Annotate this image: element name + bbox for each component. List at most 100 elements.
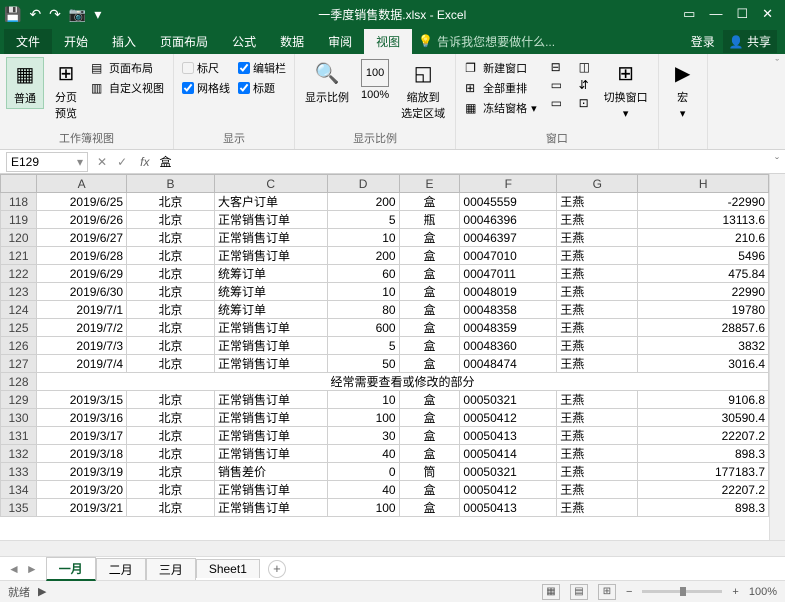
- cell[interactable]: 北京: [127, 211, 215, 229]
- normal-view-status-button[interactable]: ▦: [542, 584, 560, 600]
- cell[interactable]: 北京: [127, 193, 215, 211]
- row-header[interactable]: 124: [1, 301, 37, 319]
- accept-formula-icon[interactable]: ✓: [114, 155, 130, 169]
- reset-position-button[interactable]: ⊡: [576, 95, 596, 111]
- cell[interactable]: 40: [327, 445, 399, 463]
- row-header[interactable]: 132: [1, 445, 37, 463]
- cell[interactable]: 898.3: [638, 445, 769, 463]
- sheet-tab-3[interactable]: Sheet1: [196, 559, 260, 578]
- unhide-button[interactable]: ▭: [548, 95, 568, 111]
- cell[interactable]: 19780: [638, 301, 769, 319]
- page-layout-status-button[interactable]: ▤: [570, 584, 588, 600]
- cell[interactable]: 北京: [127, 247, 215, 265]
- row-header[interactable]: 118: [1, 193, 37, 211]
- cell[interactable]: 00050414: [460, 445, 557, 463]
- cell[interactable]: 10: [327, 229, 399, 247]
- cell[interactable]: 00050413: [460, 427, 557, 445]
- cell[interactable]: 王燕: [557, 319, 638, 337]
- cell[interactable]: 盒: [399, 265, 460, 283]
- cell[interactable]: 北京: [127, 229, 215, 247]
- cell[interactable]: 王燕: [557, 481, 638, 499]
- zoom-button[interactable]: 🔍 显示比例: [301, 57, 353, 107]
- cell[interactable]: 210.6: [638, 229, 769, 247]
- minimize-icon[interactable]: —: [709, 6, 722, 22]
- cell[interactable]: 盒: [399, 445, 460, 463]
- formula-bar-checkbox[interactable]: 编辑栏: [236, 59, 288, 77]
- row-header[interactable]: 122: [1, 265, 37, 283]
- cell[interactable]: 正常销售订单: [214, 211, 327, 229]
- row-header[interactable]: 127: [1, 355, 37, 373]
- sheet-nav-prev-icon[interactable]: ◄: [8, 562, 20, 576]
- custom-view-button[interactable]: ▥自定义视图: [88, 79, 167, 97]
- cell[interactable]: 10: [327, 283, 399, 301]
- cell[interactable]: 王燕: [557, 499, 638, 517]
- login-link[interactable]: 登录: [691, 33, 715, 50]
- cell[interactable]: 200: [327, 193, 399, 211]
- cell[interactable]: 475.84: [638, 265, 769, 283]
- undo-icon[interactable]: ↶: [29, 6, 41, 23]
- cell[interactable]: 王燕: [557, 445, 638, 463]
- cell[interactable]: 00050412: [460, 409, 557, 427]
- zoom-out-button[interactable]: −: [626, 586, 632, 598]
- row-header[interactable]: 134: [1, 481, 37, 499]
- tab-review[interactable]: 审阅: [316, 29, 364, 54]
- cell[interactable]: 北京: [127, 319, 215, 337]
- sheet-tab-2[interactable]: 三月: [146, 558, 196, 580]
- col-header-A[interactable]: A: [37, 175, 127, 193]
- cell[interactable]: 正常销售订单: [214, 319, 327, 337]
- cell[interactable]: -22990: [638, 193, 769, 211]
- row-header[interactable]: 126: [1, 337, 37, 355]
- row-header[interactable]: 125: [1, 319, 37, 337]
- cell[interactable]: 2019/3/18: [37, 445, 127, 463]
- formula-input[interactable]: 盒: [153, 153, 769, 170]
- col-header-H[interactable]: H: [638, 175, 769, 193]
- cell[interactable]: 2019/3/17: [37, 427, 127, 445]
- cell[interactable]: 100: [327, 499, 399, 517]
- cell[interactable]: 北京: [127, 427, 215, 445]
- cell[interactable]: 正常销售订单: [214, 481, 327, 499]
- cell[interactable]: 5496: [638, 247, 769, 265]
- macro-record-icon[interactable]: ▶: [38, 585, 46, 598]
- cell[interactable]: 22990: [638, 283, 769, 301]
- cell[interactable]: 北京: [127, 283, 215, 301]
- row-header[interactable]: 128: [1, 373, 37, 391]
- cell[interactable]: 王燕: [557, 337, 638, 355]
- cell[interactable]: 王燕: [557, 391, 638, 409]
- cell[interactable]: 筒: [399, 463, 460, 481]
- col-header-D[interactable]: D: [327, 175, 399, 193]
- fx-icon[interactable]: fx: [136, 155, 153, 169]
- cell[interactable]: 正常销售订单: [214, 409, 327, 427]
- cell[interactable]: 22207.2: [638, 427, 769, 445]
- qat-more-icon[interactable]: ▾: [94, 6, 101, 23]
- cell[interactable]: 盒: [399, 481, 460, 499]
- new-window-button[interactable]: ❐新建窗口: [462, 59, 540, 77]
- row-header[interactable]: 123: [1, 283, 37, 301]
- horizontal-scrollbar[interactable]: [0, 540, 785, 556]
- row-header[interactable]: 119: [1, 211, 37, 229]
- cell[interactable]: 2019/3/21: [37, 499, 127, 517]
- split-text-cell[interactable]: 经常需要查看或修改的部分: [37, 373, 769, 391]
- page-break-status-button[interactable]: ⊞: [598, 584, 616, 600]
- cell[interactable]: 北京: [127, 481, 215, 499]
- cell[interactable]: 60: [327, 265, 399, 283]
- cell[interactable]: 2019/3/16: [37, 409, 127, 427]
- cell[interactable]: 正常销售订单: [214, 499, 327, 517]
- cell[interactable]: 盒: [399, 409, 460, 427]
- col-header-E[interactable]: E: [399, 175, 460, 193]
- tell-me[interactable]: 💡 告诉我您想要做什么...: [418, 33, 555, 50]
- ribbon-options-icon[interactable]: ▭: [683, 6, 695, 22]
- row-header[interactable]: 120: [1, 229, 37, 247]
- row-header[interactable]: 130: [1, 409, 37, 427]
- cell[interactable]: 00048359: [460, 319, 557, 337]
- ruler-checkbox[interactable]: 标尺: [180, 59, 232, 77]
- save-icon[interactable]: 💾: [4, 6, 21, 23]
- cell[interactable]: 13113.6: [638, 211, 769, 229]
- page-break-button[interactable]: ⊞ 分页 预览: [48, 57, 84, 123]
- cell[interactable]: 80: [327, 301, 399, 319]
- cell[interactable]: 2019/3/15: [37, 391, 127, 409]
- cell[interactable]: 正常销售订单: [214, 445, 327, 463]
- sync-scroll-button[interactable]: ⇵: [576, 77, 596, 93]
- zoom-in-button[interactable]: +: [732, 586, 738, 598]
- cell[interactable]: 王燕: [557, 265, 638, 283]
- share-button[interactable]: 👤 共享: [723, 30, 777, 53]
